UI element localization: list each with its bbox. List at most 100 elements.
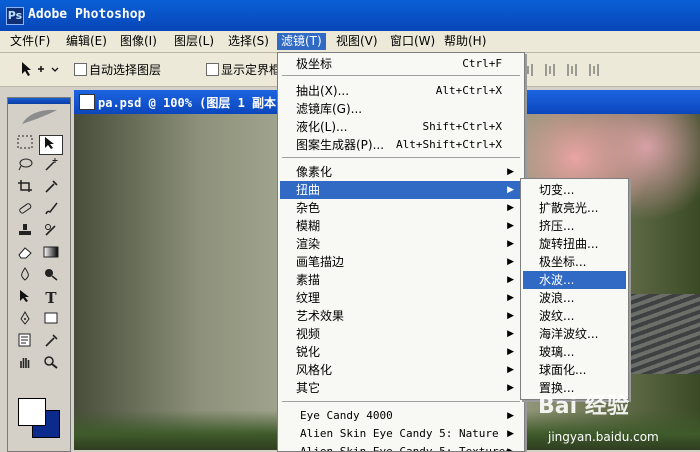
distort-zigzag[interactable]: 水波... <box>523 271 626 289</box>
filter-menu: 极坐标 Ctrl+F 抽出(X)... Alt+Ctrl+X 滤镜库(G)... 液… <box>277 52 525 452</box>
menu-help[interactable]: 帮助(H) <box>440 33 490 50</box>
distort-pinch[interactable]: 挤压... <box>523 217 626 235</box>
menu-select[interactable]: 选择(S) <box>224 33 273 50</box>
filter-blur[interactable]: 模糊 ▶ <box>280 217 522 235</box>
menu-edit[interactable]: 编辑(E) <box>62 33 111 50</box>
submenu-arrow-icon: ▶ <box>507 411 514 421</box>
tool-grid: T <box>12 134 66 376</box>
menu-separator <box>282 75 520 76</box>
submenu-arrow-icon: ▶ <box>507 329 514 339</box>
filter-texture[interactable]: 纹理 ▶ <box>280 289 522 307</box>
distort-ripple[interactable]: 波纹... <box>523 307 626 325</box>
photoshop-app-icon: Ps <box>6 7 24 25</box>
menu-file[interactable]: 文件(F) <box>6 33 54 50</box>
align-icon <box>523 64 599 76</box>
submenu-arrow-icon: ▶ <box>507 365 514 375</box>
submenu-arrow-icon: ▶ <box>507 203 514 213</box>
filter-eye-candy-textures[interactable]: Alien Skin Eye Candy 5: Textures ▶ <box>280 443 522 452</box>
submenu-arrow-icon: ▶ <box>507 429 514 439</box>
filter-pattern-maker[interactable]: 图案生成器(P)... Alt+Shift+Ctrl+X <box>280 136 522 154</box>
filter-sketch[interactable]: 素描 ▶ <box>280 271 522 289</box>
lasso-icon[interactable] <box>13 157 37 177</box>
show-bounds-label: 显示定界框 <box>221 63 282 77</box>
distort-diffuse-glow[interactable]: 扩散亮光... <box>523 199 626 217</box>
menu-image[interactable]: 图像(I) <box>116 33 161 50</box>
distort-spherize[interactable]: 球面化... <box>523 361 626 379</box>
foreground-color-swatch[interactable] <box>18 398 46 426</box>
eraser-icon[interactable] <box>13 245 37 265</box>
filter-other[interactable]: 其它 ▶ <box>280 379 522 397</box>
path-select-icon[interactable] <box>13 289 37 309</box>
pen-icon[interactable] <box>13 310 37 331</box>
move-tool-icon[interactable] <box>39 135 63 155</box>
type-icon[interactable]: T <box>39 289 63 309</box>
feather-logo-icon <box>8 104 70 130</box>
submenu-arrow-icon: ▶ <box>507 447 514 452</box>
submenu-arrow-icon: ▶ <box>507 383 514 393</box>
blur-icon[interactable] <box>13 267 37 287</box>
auto-select-checkbox[interactable] <box>74 63 87 76</box>
filter-eye-candy-nature[interactable]: Alien Skin Eye Candy 5: Nature ▶ <box>280 425 522 443</box>
show-bounds-checkbox[interactable] <box>206 63 219 76</box>
menu-filter[interactable]: 滤镜(T) <box>277 33 326 50</box>
menu-window[interactable]: 窗口(W) <box>386 33 439 50</box>
filter-noise[interactable]: 杂色 ▶ <box>280 199 522 217</box>
submenu-arrow-icon: ▶ <box>507 239 514 249</box>
stamp-icon[interactable] <box>13 223 37 243</box>
watermark-url: jingyan.baidu.com <box>548 430 659 444</box>
filter-eye-candy-4000[interactable]: Eye Candy 4000 ▶ <box>280 407 522 425</box>
filter-render[interactable]: 渲染 ▶ <box>280 235 522 253</box>
menu-view[interactable]: 视图(V) <box>332 33 382 50</box>
distort-submenu: 切变... 扩散亮光... 挤压... 旋转扭曲... 极坐标... 水波...… <box>520 178 629 400</box>
filter-last-used[interactable]: 极坐标 Ctrl+F <box>280 55 522 73</box>
filter-extract[interactable]: 抽出(X)... Alt+Ctrl+X <box>280 82 522 100</box>
crop-icon[interactable] <box>13 179 37 199</box>
menu-separator <box>282 157 520 158</box>
dodge-icon[interactable] <box>39 267 63 287</box>
submenu-arrow-icon: ▶ <box>507 275 514 285</box>
submenu-arrow-icon: ▶ <box>507 185 514 195</box>
tool-preset-picker[interactable] <box>16 59 62 79</box>
move-tool-icon <box>22 62 59 76</box>
submenu-arrow-icon: ▶ <box>507 221 514 231</box>
history-brush-icon[interactable] <box>39 223 63 243</box>
brush-icon[interactable] <box>39 201 63 221</box>
magic-wand-icon[interactable] <box>39 157 63 177</box>
filter-gallery[interactable]: 滤镜库(G)... <box>280 100 522 118</box>
filter-brush-strokes[interactable]: 画笔描边 ▶ <box>280 253 522 271</box>
watermark-logo: Bai 经验 <box>538 394 629 419</box>
distort-shear[interactable]: 切变... <box>523 181 626 199</box>
document-icon <box>79 94 95 110</box>
marquee-icon[interactable] <box>13 135 37 155</box>
distort-twirl[interactable]: 旋转扭曲... <box>523 235 626 253</box>
filter-artistic[interactable]: 艺术效果 ▶ <box>280 307 522 325</box>
title-bar: Ps Adobe Photoshop <box>0 0 700 31</box>
eyedropper-icon[interactable] <box>39 179 63 199</box>
filter-video[interactable]: 视频 ▶ <box>280 325 522 343</box>
align-buttons[interactable] <box>520 61 610 79</box>
shape-icon[interactable] <box>39 311 63 331</box>
filter-sharpen[interactable]: 锐化 ▶ <box>280 343 522 361</box>
submenu-arrow-icon: ▶ <box>507 293 514 303</box>
gradient-icon[interactable] <box>39 245 63 265</box>
distort-wave[interactable]: 波浪... <box>523 289 626 307</box>
filter-pixelate[interactable]: 像素化 ▶ <box>280 163 522 181</box>
hand-icon[interactable] <box>13 355 37 375</box>
distort-ocean-ripple[interactable]: 海洋波纹... <box>523 325 626 343</box>
auto-select-label: 自动选择图层 <box>89 63 162 77</box>
menu-layer[interactable]: 图层(L) <box>170 33 218 50</box>
filter-distort[interactable]: 扭曲 ▶ <box>280 181 522 199</box>
submenu-arrow-icon: ▶ <box>507 347 514 357</box>
menu-bar: 文件(F) 编辑(E) 图像(I) 图层(L) 选择(S) 滤镜(T) 视图(V… <box>0 31 700 53</box>
eyedropper-icon[interactable] <box>39 333 63 353</box>
submenu-arrow-icon: ▶ <box>507 311 514 321</box>
filter-stylize[interactable]: 风格化 ▶ <box>280 361 522 379</box>
filter-liquify[interactable]: 液化(L)... Shift+Ctrl+X <box>280 118 522 136</box>
healing-brush-icon[interactable] <box>13 201 37 221</box>
color-swatches <box>18 398 66 442</box>
zoom-icon[interactable] <box>39 355 63 375</box>
menu-separator <box>282 401 520 402</box>
notes-icon[interactable] <box>13 333 37 353</box>
distort-glass[interactable]: 玻璃... <box>523 343 626 361</box>
distort-polar-coordinates[interactable]: 极坐标... <box>523 253 626 271</box>
